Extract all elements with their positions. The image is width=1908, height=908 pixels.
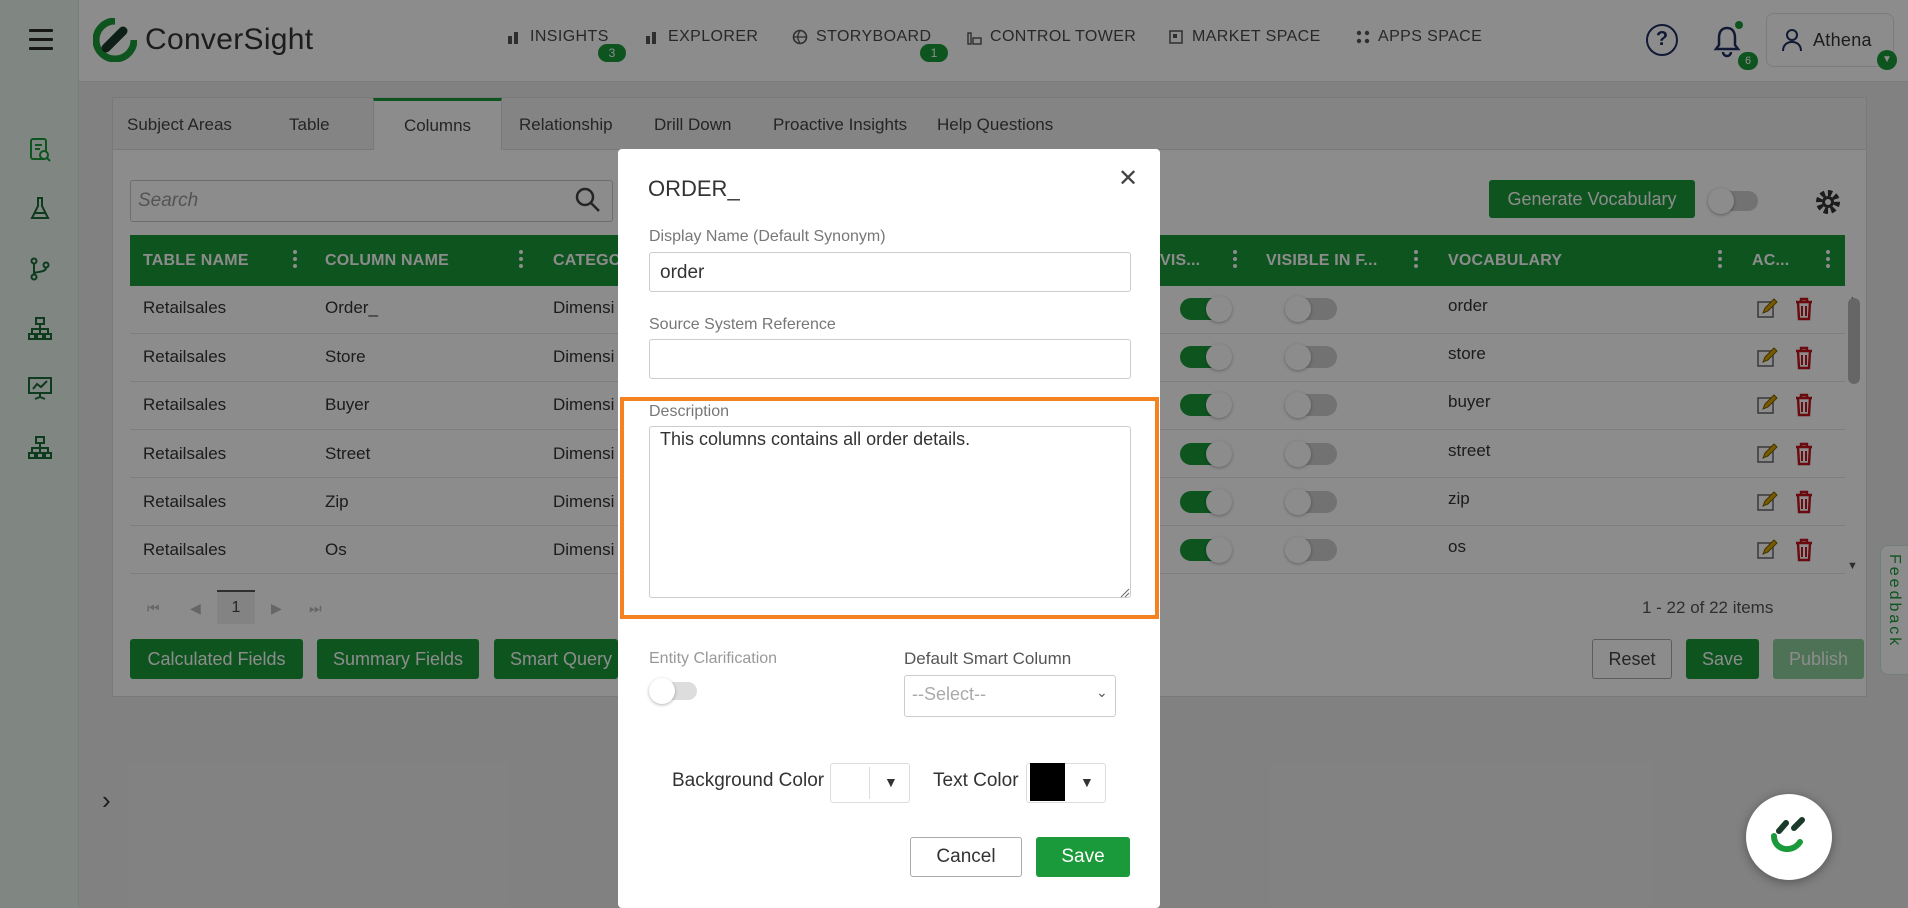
- source-reference-label: Source System Reference: [649, 316, 836, 333]
- cancel-button[interactable]: Cancel: [910, 837, 1022, 877]
- modal-title: ORDER_: [648, 176, 740, 201]
- display-name-label: Display Name (Default Synonym): [649, 228, 886, 245]
- description-highlight: [620, 397, 1159, 619]
- source-reference-field[interactable]: [649, 339, 1131, 379]
- text-color-label: Text Color: [933, 770, 1019, 791]
- entity-clarification-label: Entity Clarification: [649, 650, 778, 667]
- smart-column-selected-value: --Select--: [912, 684, 987, 704]
- background-color-swatch: [834, 767, 870, 799]
- caret-down-icon[interactable]: ▼: [1080, 774, 1094, 790]
- caret-down-icon[interactable]: ▼: [884, 774, 898, 790]
- entity-clarification-toggle[interactable]: [649, 678, 697, 704]
- display-name-field[interactable]: [649, 252, 1131, 292]
- modal-save-button[interactable]: Save: [1036, 837, 1130, 877]
- chat-assistant-button[interactable]: [1746, 794, 1832, 880]
- display-name-value: order: [660, 262, 705, 283]
- default-smart-column-label: Default Smart Column: [904, 649, 1072, 668]
- close-icon[interactable]: ✕: [1118, 164, 1138, 193]
- chat-assistant-icon: [1753, 801, 1825, 873]
- text-color-swatch: [1030, 763, 1065, 801]
- background-color-label: Background Color: [672, 770, 825, 791]
- chevron-down-icon[interactable]: ⌄: [1096, 684, 1108, 701]
